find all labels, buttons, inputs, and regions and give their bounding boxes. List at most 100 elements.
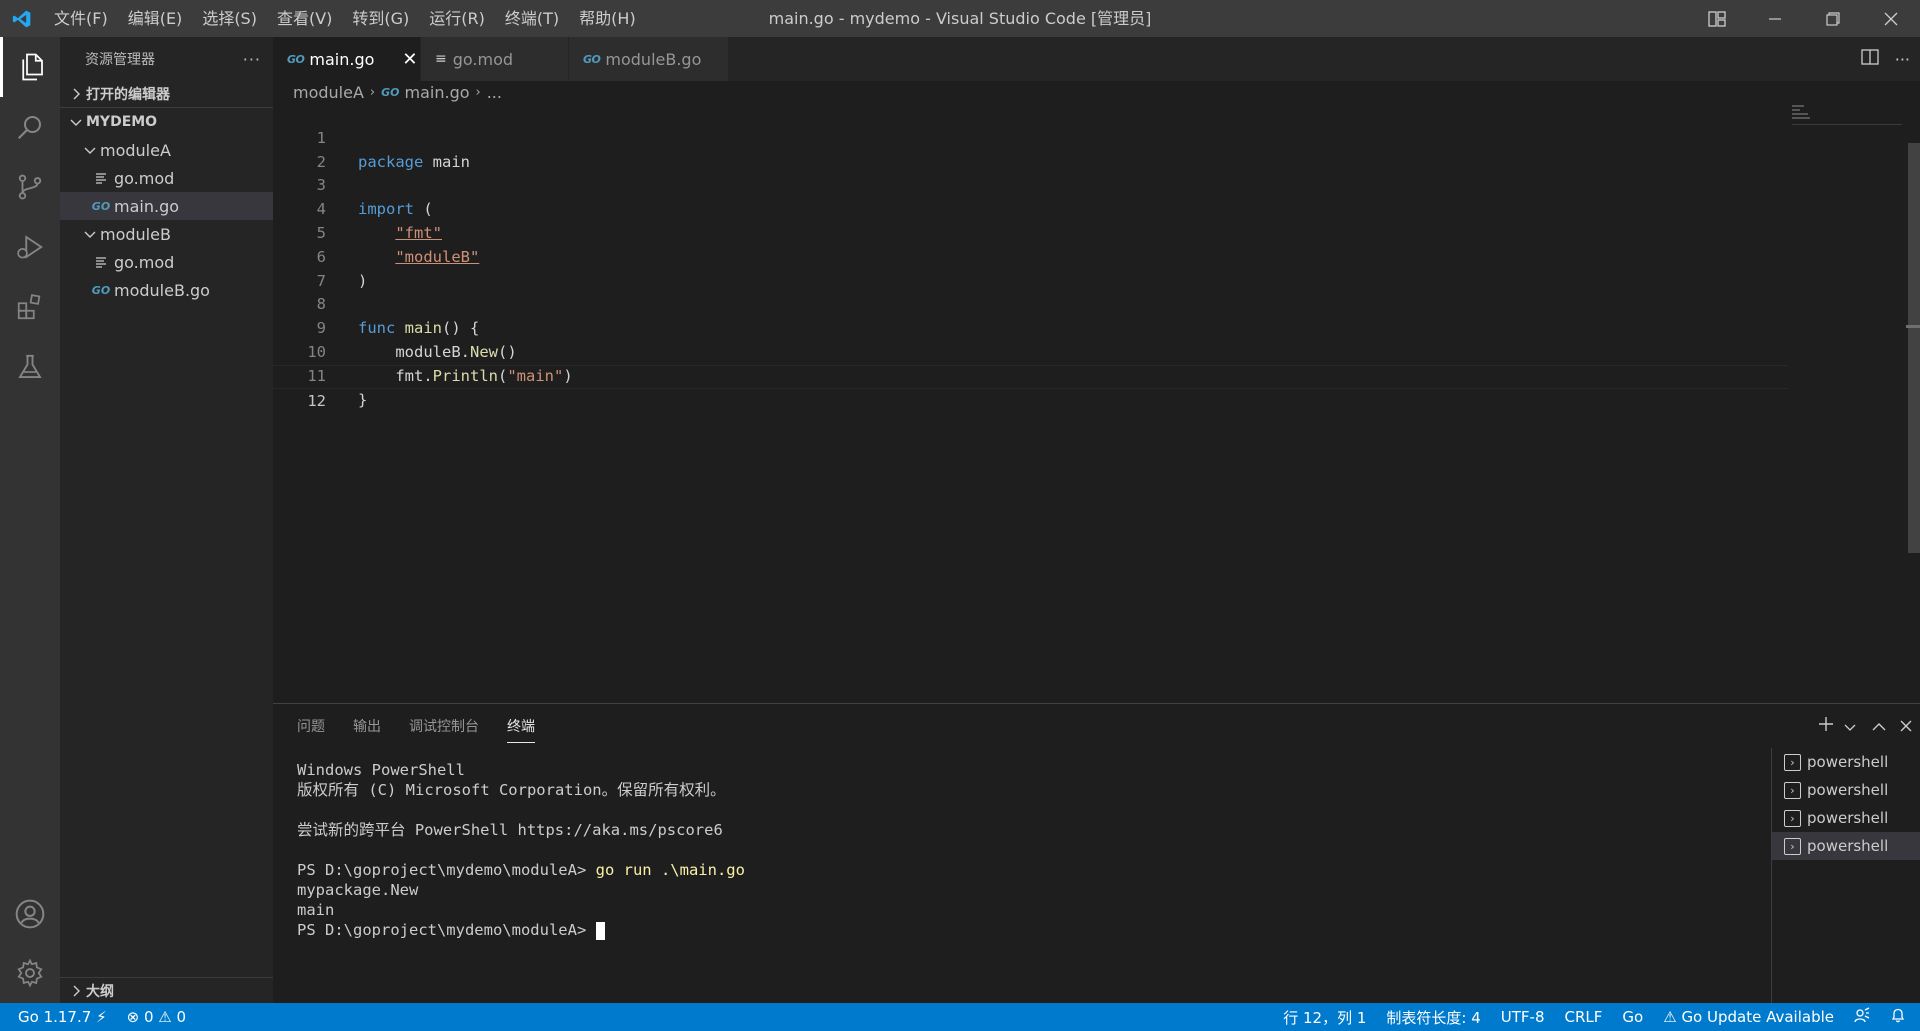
tree-file-main-go[interactable]: GO main.go: [60, 192, 273, 220]
tab-label: main.go: [309, 49, 375, 69]
close-tab-icon[interactable]: ✕: [402, 49, 417, 70]
menu-edit[interactable]: 编辑(E): [118, 0, 193, 37]
code-line: 9 moduleB.New(): [273, 293, 1788, 361]
run-debug-icon[interactable]: [0, 217, 60, 277]
terminal-instance[interactable]: › powershell: [1772, 748, 1920, 776]
terminal-output[interactable]: Windows PowerShell 版权所有 (C) Microsoft Co…: [297, 760, 1737, 940]
terminal-prompt: PS D:\goproject\mydemo\moduleA>: [297, 921, 596, 939]
go-update-status[interactable]: ⚠ Go Update Available: [1663, 1008, 1834, 1026]
more-actions-icon[interactable]: ···: [243, 50, 261, 69]
code-line: 4 "fmt": [273, 174, 1788, 242]
file-label: go.mod: [114, 168, 175, 188]
encoding-status[interactable]: UTF-8: [1501, 1008, 1545, 1026]
terminal-instance-label: powershell: [1807, 809, 1889, 827]
new-terminal-icon[interactable]: [1818, 716, 1834, 736]
workspace-section[interactable]: MYDEMO: [60, 108, 273, 136]
cursor-position-status[interactable]: 行 12，列 1: [1283, 1007, 1366, 1028]
breadcrumb-folder[interactable]: moduleA: [293, 83, 364, 102]
chevron-right-icon: [66, 88, 86, 100]
tab-moduleB-go[interactable]: GO moduleB.go: [569, 37, 729, 81]
go-update-label: Go Update Available: [1681, 1008, 1834, 1026]
restore-button[interactable]: [1804, 0, 1862, 37]
breadcrumb-more[interactable]: ...: [487, 83, 502, 102]
terminal-line: 版权所有 (C) Microsoft Corporation。保留所有权利。: [297, 781, 726, 799]
go-version-status[interactable]: Go 1.17.7 ⚡: [18, 1008, 107, 1026]
terminal-icon: ›: [1784, 809, 1801, 827]
chevron-down-icon[interactable]: [1844, 717, 1856, 736]
status-bar-left: Go 1.17.7 ⚡ ⊗ 0 ⚠ 0: [0, 1008, 186, 1026]
minimize-button[interactable]: [1746, 0, 1804, 37]
search-icon[interactable]: [0, 97, 60, 157]
tab-debug-console[interactable]: 调试控制台: [409, 710, 479, 742]
source-control-icon[interactable]: [0, 157, 60, 217]
menu-terminal[interactable]: 终端(T): [495, 0, 569, 37]
panel-actions: [1818, 704, 1912, 748]
terminal-instance[interactable]: › powershell: [1772, 776, 1920, 804]
go-file-icon: GO: [583, 52, 601, 66]
notifications-bell-icon[interactable]: [1890, 1007, 1906, 1027]
code-token: }: [358, 390, 368, 409]
tab-main-go[interactable]: GO main.go ✕: [273, 37, 421, 81]
go-file-icon: GO: [91, 199, 111, 213]
menu-view[interactable]: 查看(V): [267, 0, 342, 37]
tree-folder-moduleA[interactable]: moduleA: [60, 136, 273, 164]
open-editors-section[interactable]: 打开的编辑器: [60, 81, 273, 107]
mod-file-icon: ≡: [435, 51, 447, 67]
terminal-instance-active[interactable]: › powershell: [1772, 832, 1920, 860]
tree-file-go-mod-a[interactable]: go.mod: [60, 164, 273, 192]
status-bar-right: 行 12，列 1 制表符长度: 4 UTF-8 CRLF Go ⚠ Go Upd…: [1283, 1003, 1906, 1031]
activity-bar: [0, 37, 60, 1003]
tree-folder-moduleB[interactable]: moduleB: [60, 220, 273, 248]
extensions-icon[interactable]: [0, 277, 60, 337]
code-line: 6 ): [273, 222, 1788, 290]
tree-file-go-mod-b[interactable]: go.mod: [60, 248, 273, 276]
tab-terminal[interactable]: 终端: [507, 710, 535, 743]
testing-icon[interactable]: [0, 337, 60, 397]
feedback-icon[interactable]: [1854, 1007, 1870, 1027]
account-icon[interactable]: [0, 884, 60, 944]
outline-section[interactable]: 大纲: [60, 977, 273, 1003]
tab-go-mod[interactable]: ≡ go.mod: [421, 37, 569, 81]
close-panel-icon[interactable]: [1900, 717, 1912, 736]
tree-file-moduleB-go[interactable]: GO moduleB.go: [60, 276, 273, 304]
problems-status[interactable]: ⊗ 0 ⚠ 0: [127, 1008, 186, 1026]
chevron-down-icon: [80, 145, 100, 155]
menu-selection[interactable]: 选择(S): [192, 0, 267, 37]
code-editor[interactable]: 1 package main 2 3 import ( 4 "fmt" 5 "m…: [273, 103, 1788, 703]
menu-run[interactable]: 运行(R): [419, 0, 495, 37]
mod-file-icon: [90, 172, 112, 184]
language-status[interactable]: Go: [1622, 1008, 1643, 1026]
tab-label: go.mod: [452, 49, 514, 69]
maximize-panel-icon[interactable]: [1872, 717, 1886, 736]
editor-actions: ···: [1861, 37, 1910, 81]
menu-go[interactable]: 转到(G): [342, 0, 419, 37]
outline-label: 大纲: [86, 983, 114, 1000]
tab-output[interactable]: 输出: [353, 710, 381, 742]
tab-size-status[interactable]: 制表符长度: 4: [1386, 1007, 1480, 1028]
settings-gear-icon[interactable]: [0, 943, 60, 1003]
minimap[interactable]: [1792, 103, 1902, 125]
chevron-down-icon: [66, 117, 86, 127]
split-editor-icon[interactable]: [1861, 49, 1879, 69]
terminal-icon: ›: [1784, 837, 1801, 855]
close-window-button[interactable]: [1862, 0, 1920, 37]
folder-label: moduleA: [100, 140, 171, 160]
files-icon[interactable]: [0, 37, 60, 97]
breadcrumb-file[interactable]: main.go: [405, 83, 470, 102]
terminal-instance-label: powershell: [1807, 781, 1889, 799]
code-line: 2: [273, 127, 1788, 171]
panel-tab-bar: 问题 输出 调试控制台 终端: [273, 704, 1920, 748]
terminal-line: PS D:\goproject\mydemo\moduleA> go run .…: [297, 860, 1737, 880]
more-actions-icon[interactable]: ···: [1895, 50, 1910, 69]
scrollbar-thumb[interactable]: [1908, 143, 1920, 553]
terminal-instance[interactable]: › powershell: [1772, 804, 1920, 832]
editor-scrollbar[interactable]: [1906, 103, 1920, 703]
eol-status[interactable]: CRLF: [1565, 1008, 1603, 1026]
menu-file[interactable]: 文件(F): [44, 0, 118, 37]
tab-problems[interactable]: 问题: [297, 710, 325, 742]
menu-help[interactable]: 帮助(H): [569, 0, 646, 37]
layout-icon[interactable]: [1688, 0, 1746, 37]
explorer-title: 资源管理器: [85, 52, 155, 68]
